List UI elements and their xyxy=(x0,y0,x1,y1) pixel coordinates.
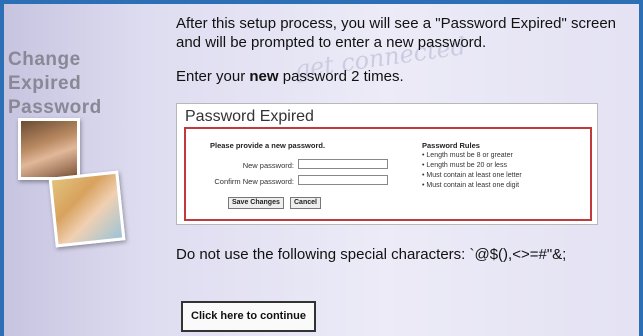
rules-title: Password Rules xyxy=(422,141,480,150)
dialog-title: Password Expired xyxy=(185,108,314,125)
enter-instruction: Enter your new password 2 times. xyxy=(176,68,404,85)
enter-suffix: password 2 times. xyxy=(278,68,404,85)
intro-text: After this setup process, you will see a… xyxy=(176,15,617,51)
confirm-password-label: Confirm New password: xyxy=(214,177,294,186)
enter-emphasis: new xyxy=(249,68,279,85)
rule-item: Must contain at least one letter xyxy=(422,171,521,181)
slide: get connected Change Expired Password Af… xyxy=(4,4,639,336)
sidebar-title: Change Expired Password xyxy=(8,48,102,120)
rules-list: Length must be 8 or greater Length must … xyxy=(422,151,522,191)
sidebar-title-line-3: Password xyxy=(8,97,102,118)
continue-button[interactable]: Click here to continue xyxy=(181,301,316,332)
rule-item: Length must be 20 or less xyxy=(422,161,522,171)
confirm-password-field[interactable] xyxy=(298,175,388,185)
rule-item: Length must be 8 or greater xyxy=(422,151,522,161)
new-password-label: New password: xyxy=(242,161,294,170)
dialog-form: Please provide a new password. New passw… xyxy=(184,127,592,221)
rule-item: Must contain at least one digit xyxy=(422,181,522,191)
sidebar-title-line-1: Change xyxy=(8,49,81,70)
cancel-button[interactable]: Cancel xyxy=(290,197,321,209)
special-characters-note: Do not use the following special charact… xyxy=(176,246,567,263)
new-password-field[interactable] xyxy=(298,159,388,169)
enter-prefix: Enter your xyxy=(176,68,250,85)
save-changes-button[interactable]: Save Changes xyxy=(228,197,284,209)
password-expired-dialog: Password Expired Please provide a new pa… xyxy=(176,103,598,225)
man-photo xyxy=(18,118,80,180)
woman-photo xyxy=(48,170,126,248)
sidebar-title-line-2: Expired xyxy=(8,73,82,94)
dialog-prompt: Please provide a new password. xyxy=(210,141,326,150)
